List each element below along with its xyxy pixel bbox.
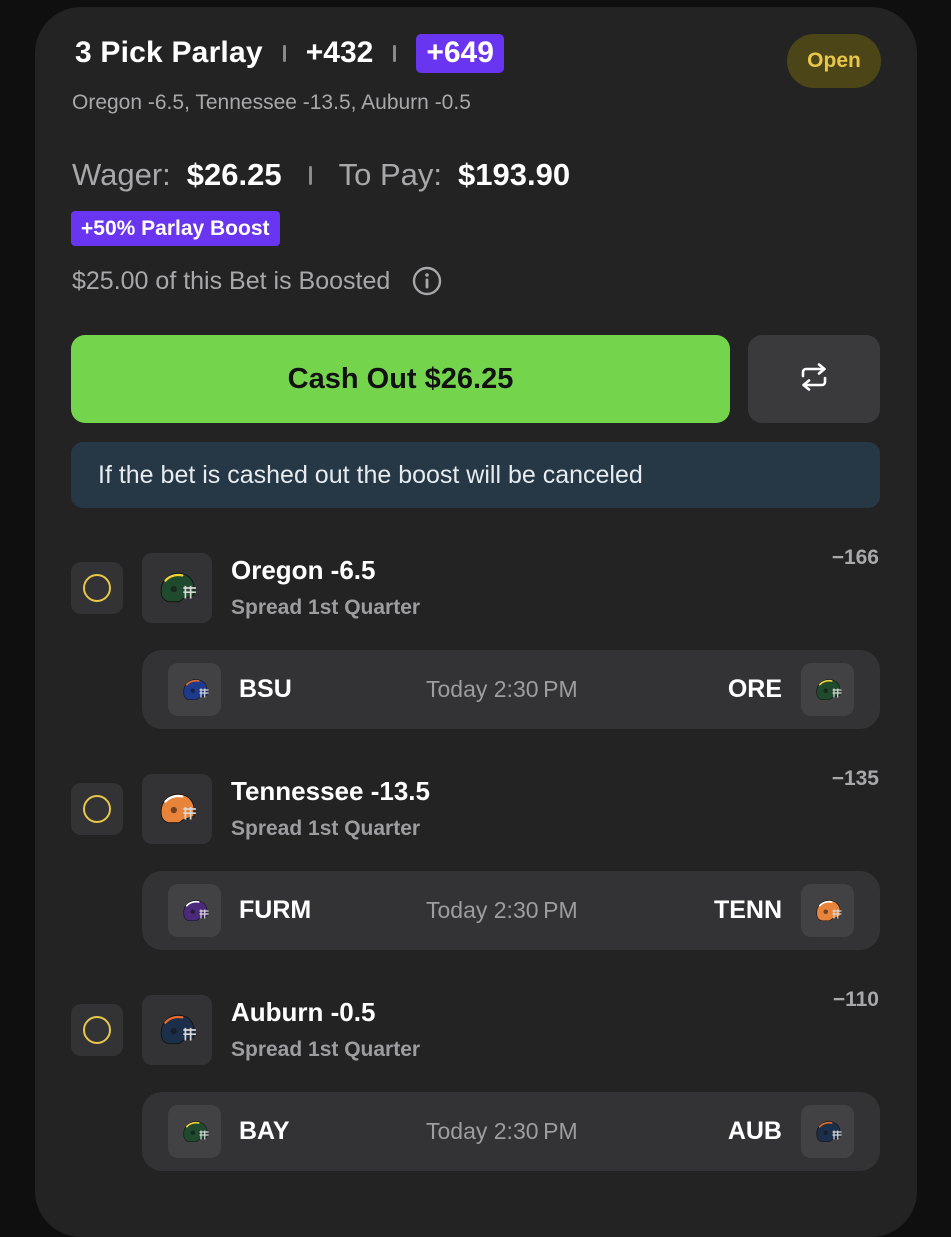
- swap-button[interactable]: [748, 335, 880, 423]
- pick-market: Spread 1st Quarter: [231, 596, 421, 619]
- away-helmet-icon: [168, 1105, 221, 1158]
- pick-odds: −166: [831, 546, 879, 569]
- pick-market: Spread 1st Quarter: [231, 817, 421, 840]
- home-helmet-icon: [801, 663, 854, 716]
- game-time: Today 2:30 PM: [426, 897, 578, 923]
- home-helmet-icon: [801, 884, 854, 937]
- pick-name: Tennessee -13.5: [231, 776, 430, 806]
- to-pay-label: To Pay:: [338, 157, 442, 192]
- away-helmet-icon: [168, 884, 221, 937]
- wager-value: $26.25: [186, 157, 282, 192]
- original-odds: +432: [305, 36, 374, 69]
- boosted-note: $25.00 of this Bet is Boosted: [72, 266, 442, 296]
- swap-arrows-icon: [798, 362, 830, 396]
- separator: [393, 44, 397, 62]
- away-team: FURM: [239, 896, 312, 924]
- game-time: Today 2:30 PM: [426, 1118, 578, 1144]
- team-helmet-icon: [142, 995, 212, 1065]
- pick-name: Auburn -0.5: [231, 997, 376, 1027]
- home-team: TENN: [713, 896, 782, 924]
- cash-out-button[interactable]: Cash Out $26.25: [71, 335, 730, 423]
- team-helmet-icon: [142, 553, 212, 623]
- status-badge: Open: [787, 34, 881, 88]
- to-pay-value: $193.90: [458, 157, 571, 192]
- separator: [308, 165, 312, 185]
- bet-leg: Tennessee -13.5 Spread 1st Quarter −135 FUR…: [0, 767, 951, 973]
- away-team: BSU: [239, 675, 292, 703]
- leg-status-indicator: [71, 783, 123, 835]
- home-team: AUB: [727, 1117, 782, 1145]
- pick-name: Oregon -6.5: [231, 555, 376, 585]
- matchup-row[interactable]: BSU Today 2:30 PM ORE: [142, 650, 880, 729]
- leg-status-indicator: [71, 562, 123, 614]
- boost-cancel-notice: If the bet is cashed out the boost will …: [71, 442, 880, 508]
- bet-title: 3 Pick Parlay: [75, 36, 263, 69]
- parlay-boost-badge: +50% Parlay Boost: [71, 211, 280, 246]
- boosted-odds-badge: +649: [416, 33, 504, 73]
- bet-header: 3 Pick Parlay +432 +649: [75, 30, 504, 76]
- pick-odds: −110: [832, 988, 879, 1011]
- team-helmet-icon: [142, 774, 212, 844]
- leg-status-indicator: [71, 1004, 123, 1056]
- away-helmet-icon: [168, 663, 221, 716]
- pending-circle-icon: [83, 1016, 111, 1044]
- separator: [282, 44, 286, 62]
- game-time: Today 2:30 PM: [426, 676, 578, 702]
- pending-circle-icon: [83, 795, 111, 823]
- wager-label: Wager:: [72, 157, 171, 192]
- home-team: ORE: [727, 675, 782, 703]
- info-icon[interactable]: [412, 266, 442, 296]
- wager-row: Wager: $26.25 To Pay: $193.90: [72, 154, 570, 196]
- boosted-note-text: $25.00 of this Bet is Boosted: [72, 266, 391, 295]
- home-helmet-icon: [801, 1105, 854, 1158]
- pick-market: Spread 1st Quarter: [231, 1038, 421, 1061]
- pending-circle-icon: [83, 574, 111, 602]
- bet-leg: Auburn -0.5 Spread 1st Quarter −110 BAY Toda…: [0, 988, 951, 1194]
- bet-leg: Oregon -6.5 Spread 1st Quarter −166 BSU Toda…: [0, 546, 951, 752]
- away-team: BAY: [239, 1117, 290, 1145]
- pick-odds: −135: [831, 767, 879, 790]
- matchup-row[interactable]: BAY Today 2:30 PM AUB: [142, 1092, 880, 1171]
- bet-subtitle: Oregon -6.5, Tennessee -13.5, Auburn -0.…: [72, 91, 471, 114]
- matchup-row[interactable]: FURM Today 2:30 PM TENN: [142, 871, 880, 950]
